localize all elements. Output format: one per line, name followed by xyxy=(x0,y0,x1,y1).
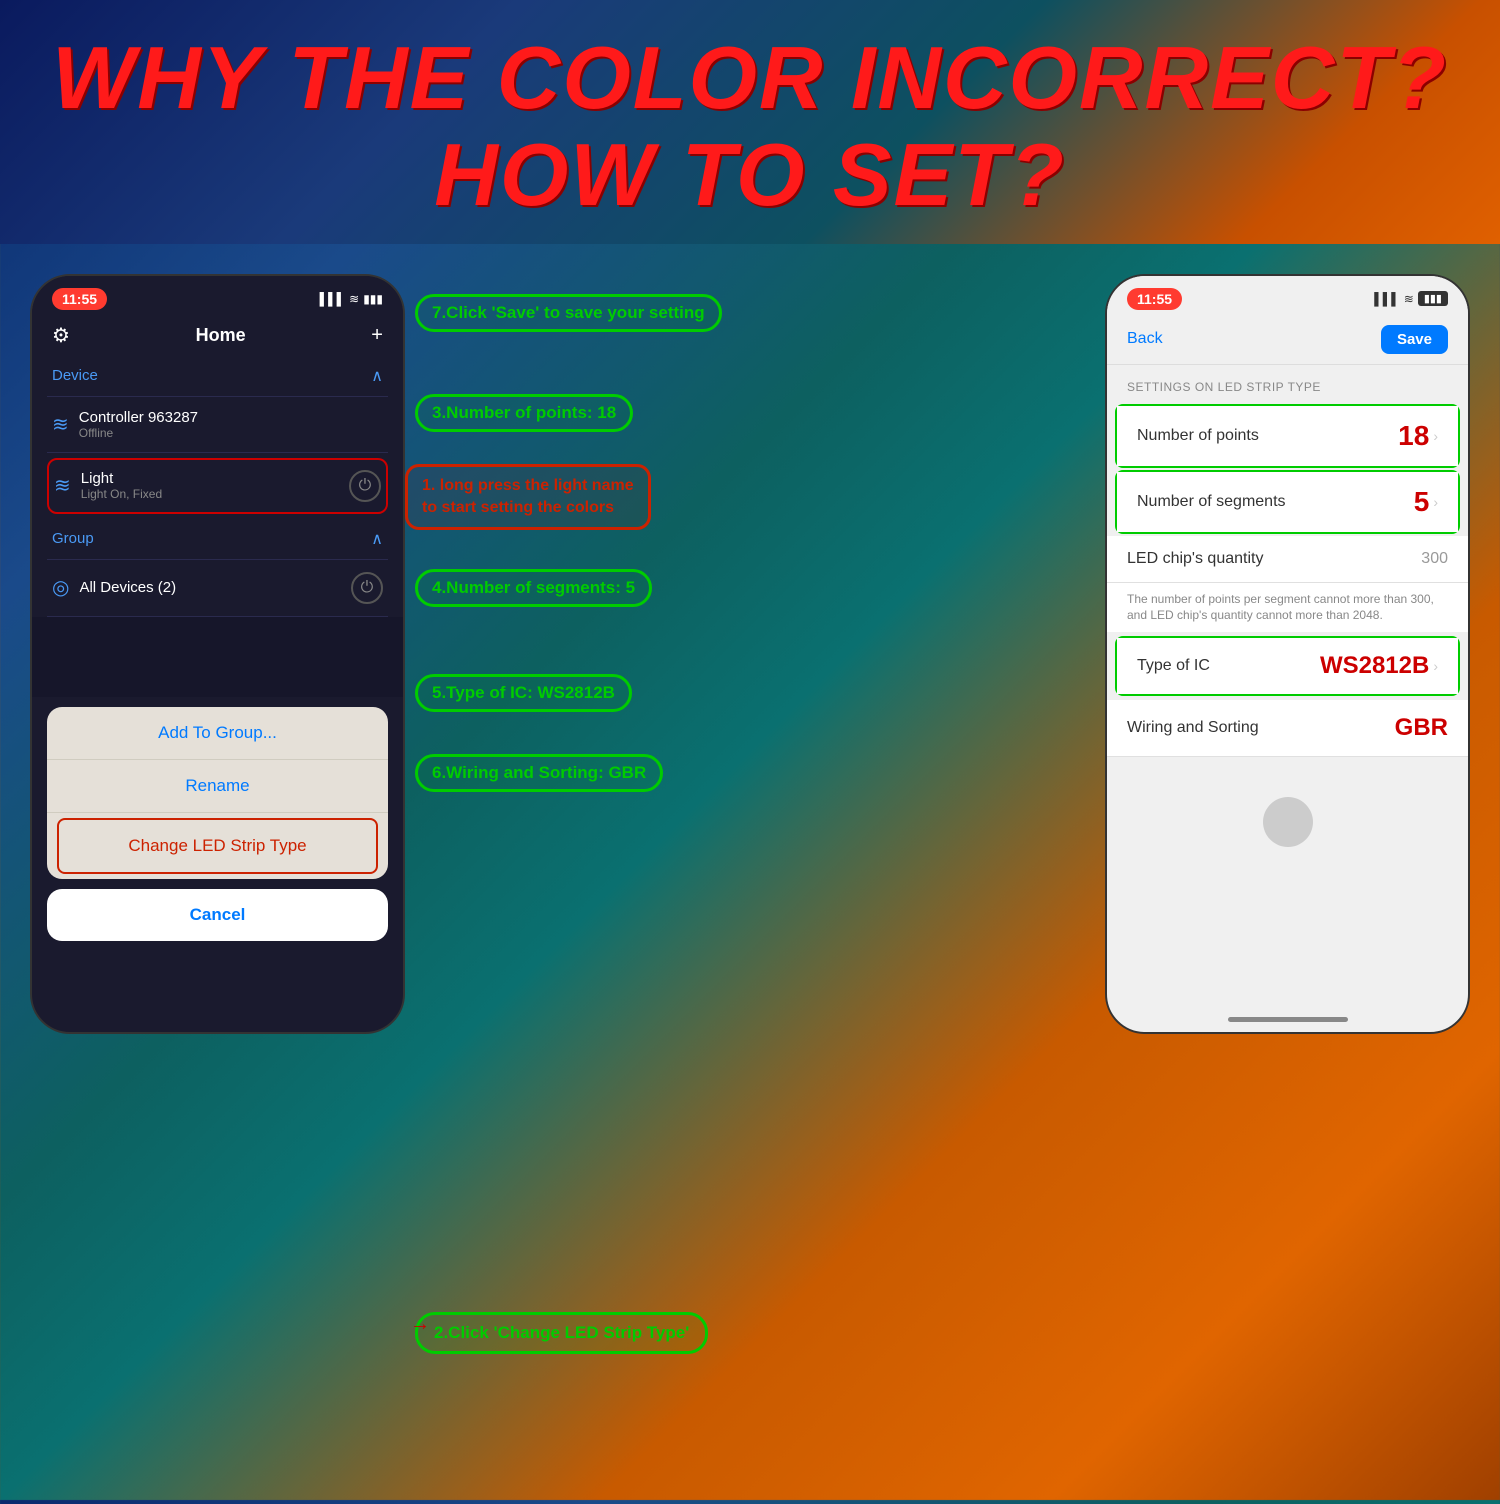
dark-fade xyxy=(32,617,403,697)
controller-item: ≋ Controller 963287 Offline xyxy=(47,397,388,453)
number-of-points-inner: Number of points 18 › xyxy=(1117,406,1458,466)
rename-item[interactable]: Rename xyxy=(47,760,388,813)
nav-title: Home xyxy=(196,325,246,346)
gear-icon[interactable]: ⚙ xyxy=(52,323,70,348)
step3-bubble: 3.Number of points: 18 xyxy=(415,394,633,432)
light-status: Light On, Fixed xyxy=(81,487,162,501)
left-time: 11:55 xyxy=(52,288,107,310)
all-devices-item[interactable]: ◎ All Devices (2) ⏻ xyxy=(47,560,388,617)
type-of-ic-label: Type of IC xyxy=(1137,657,1210,675)
left-status-bar: 11:55 ▌▌▌ ≋ ▮▮▮ xyxy=(32,276,403,315)
wiring-value: GBR xyxy=(1395,714,1448,742)
cancel-button[interactable]: Cancel xyxy=(47,889,388,941)
right-battery-icon: ▮▮▮ xyxy=(1418,291,1448,306)
all-devices-icon: ◎ xyxy=(52,575,69,600)
headline-1: WHY THE COLOR INCORRECT? xyxy=(40,30,1460,127)
number-of-points-row[interactable]: Number of points 18 › xyxy=(1115,404,1460,468)
number-of-segments-inner: Number of segments 5 › xyxy=(1117,472,1458,532)
step7-bubble: 7.Click 'Save' to save your setting xyxy=(415,294,722,332)
right-signal-icon: ▌▌▌ xyxy=(1374,292,1400,306)
signal-icon: ▌▌▌ xyxy=(320,292,346,306)
step2-arrow-left: → xyxy=(410,1313,430,1336)
add-to-group-item[interactable]: Add To Group... xyxy=(47,707,388,760)
type-of-ic-row[interactable]: Type of IC WS2812B › xyxy=(1115,636,1460,696)
light-name: Light xyxy=(81,470,162,487)
all-devices-power-button[interactable]: ⏻ xyxy=(351,572,383,604)
group-chevron-icon: ∧ xyxy=(371,529,383,549)
battery-icon: ▮▮▮ xyxy=(363,292,383,306)
segments-chevron: › xyxy=(1433,494,1438,510)
number-of-segments-row[interactable]: Number of segments 5 › xyxy=(1115,470,1460,534)
device-section-title: Device xyxy=(52,367,98,384)
home-indicator xyxy=(1228,1017,1348,1022)
add-icon[interactable]: + xyxy=(371,324,383,347)
step5-label: 5.Type of IC: WS2812B xyxy=(432,683,615,702)
light-power-button[interactable]: ⏻ xyxy=(349,470,381,502)
step6-bubble: 6.Wiring and Sorting: GBR xyxy=(415,754,663,792)
right-time: 11:55 xyxy=(1127,288,1182,310)
group-section-title: Group xyxy=(52,530,94,547)
controller-status: Offline xyxy=(79,426,198,440)
points-chevron: › xyxy=(1433,428,1438,444)
type-of-ic-value: WS2812B xyxy=(1320,652,1429,680)
controller-icon: ≋ xyxy=(52,412,69,437)
device-chevron-icon: ∧ xyxy=(371,366,383,386)
step7-label: 7.Click 'Save' to save your setting xyxy=(432,303,705,322)
points-label: Number of points xyxy=(1137,427,1259,445)
settings-note: The number of points per segment cannot … xyxy=(1107,583,1468,633)
light-icon: ≋ xyxy=(54,473,71,498)
segments-value: 5 xyxy=(1414,486,1430,518)
points-value: 18 xyxy=(1398,420,1429,452)
step1-label: 1. long press the light nameto start set… xyxy=(422,477,634,516)
step6-label: 6.Wiring and Sorting: GBR xyxy=(432,763,646,782)
back-button[interactable]: Back xyxy=(1127,330,1163,348)
step4-label: 4.Number of segments: 5 xyxy=(432,578,635,597)
device-section: Device ∧ ≋ Controller 963287 Offline ≋ xyxy=(32,356,403,617)
context-menu: Add To Group... Rename Change LED Strip … xyxy=(47,707,388,879)
wifi-icon: ≋ xyxy=(349,292,359,306)
step2-label: 2.Click 'Change LED Strip Type' xyxy=(434,1323,689,1342)
step4-bubble: 4.Number of segments: 5 xyxy=(415,569,652,607)
content-area: 11:55 ▌▌▌ ≋ ▮▮▮ ⚙ Home + Device ∧ ≋ xyxy=(0,244,1500,1504)
led-chip-value: 300 xyxy=(1421,550,1448,568)
step2-bubble: 2.Click 'Change LED Strip Type' xyxy=(415,1312,708,1354)
led-chip-label: LED chip's quantity xyxy=(1127,550,1263,568)
left-nav-bar: ⚙ Home + xyxy=(32,315,403,356)
light-item[interactable]: ≋ Light Light On, Fixed ⏻ xyxy=(47,458,388,514)
right-wifi-icon: ≋ xyxy=(1404,292,1414,306)
save-button[interactable]: Save xyxy=(1381,325,1448,354)
left-phone: 11:55 ▌▌▌ ≋ ▮▮▮ ⚙ Home + Device ∧ ≋ xyxy=(30,274,405,1034)
right-status-bar: 11:55 ▌▌▌ ≋ ▮▮▮ xyxy=(1107,276,1468,315)
change-led-strip-item[interactable]: Change LED Strip Type xyxy=(57,818,378,874)
settings-section-title: SETTINGS ON LED STRIP TYPE xyxy=(1107,365,1468,402)
step1-bubble: 1. long press the light nameto start set… xyxy=(405,464,651,531)
device-section-header: Device ∧ xyxy=(47,356,388,397)
step3-label: 3.Number of points: 18 xyxy=(432,403,616,422)
led-chip-row[interactable]: LED chip's quantity 300 xyxy=(1107,536,1468,583)
group-section-header: Group ∧ xyxy=(47,519,388,560)
settings-nav-bar: Back Save xyxy=(1107,315,1468,365)
left-status-icons: ▌▌▌ ≋ ▮▮▮ xyxy=(320,292,383,306)
segments-label: Number of segments xyxy=(1137,493,1286,511)
controller-name: Controller 963287 xyxy=(79,409,198,426)
right-phone: 11:55 ▌▌▌ ≋ ▮▮▮ Back Save SETTINGS ON LE… xyxy=(1105,274,1470,1034)
headline-2: HOW TO SET? xyxy=(40,127,1460,224)
type-of-ic-chevron: › xyxy=(1433,658,1438,674)
header-section: WHY THE COLOR INCORRECT? HOW TO SET? xyxy=(0,0,1500,244)
right-status-icons: ▌▌▌ ≋ ▮▮▮ xyxy=(1374,291,1448,306)
wiring-sorting-row[interactable]: Wiring and Sorting GBR xyxy=(1107,700,1468,757)
step5-bubble: 5.Type of IC: WS2812B xyxy=(415,674,632,712)
type-of-ic-inner: Type of IC WS2812B › xyxy=(1117,638,1458,694)
wiring-label: Wiring and Sorting xyxy=(1127,719,1259,737)
scroll-indicator xyxy=(1263,797,1313,847)
all-devices-name: All Devices (2) xyxy=(79,579,176,596)
